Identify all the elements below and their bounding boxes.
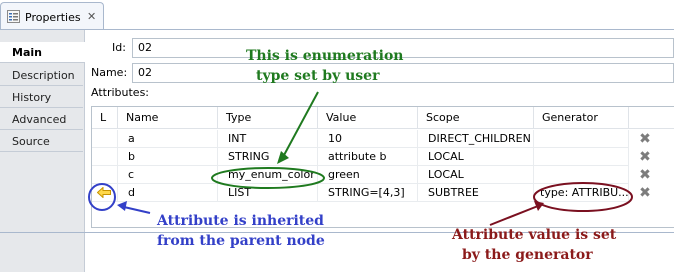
inherit-annotation-line1: Attribute is inherited bbox=[157, 213, 324, 229]
inherited-icon-highlight bbox=[88, 183, 116, 211]
enum-type-highlight bbox=[211, 167, 325, 189]
inherit-annotation: Attribute is inherited from the parent n… bbox=[157, 211, 325, 251]
enum-annotation-line2: type set by user bbox=[256, 68, 380, 84]
enum-arrowhead bbox=[277, 151, 289, 164]
generator-annotation-arrow bbox=[489, 205, 539, 226]
enum-annotation-line1: This is enumeration bbox=[246, 48, 404, 64]
generator-annotation: Attribute value is set by the generator bbox=[452, 225, 616, 265]
enum-annotation-arrow bbox=[282, 91, 319, 158]
inherit-arrowhead bbox=[117, 201, 127, 211]
inherit-annotation-arrow bbox=[123, 206, 151, 214]
generator-value-highlight bbox=[533, 182, 633, 212]
generator-annotation-line2: by the generator bbox=[462, 247, 593, 263]
enum-annotation: This is enumeration type set by user bbox=[246, 46, 403, 86]
inherit-annotation-line2: from the parent node bbox=[157, 233, 325, 249]
generator-annotation-line1: Attribute value is set bbox=[452, 227, 617, 243]
